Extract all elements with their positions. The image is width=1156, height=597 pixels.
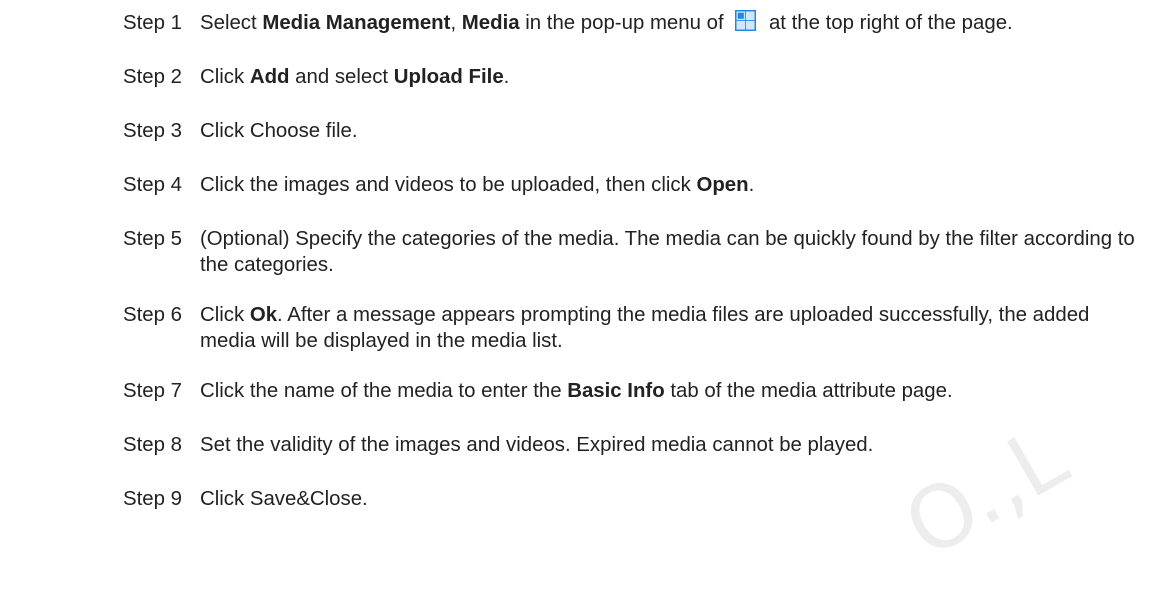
step-text: Click the name of the media to enter the… [200,378,1150,404]
step-text-segment: in the pop-up menu of [519,12,730,34]
step-text-segment: at the top right of the page. [763,12,1013,34]
step-label: Step 8 [123,434,182,456]
step-label: Step 3 [123,120,182,142]
step-text: Click the images and videos to be upload… [200,172,1150,198]
step-text-segment: . [748,174,755,196]
step-label: Step 2 [123,66,182,88]
step-text-segment: tab of the media attribute page. [664,380,953,402]
step-text: Click Ok. After a message appears prompt… [200,302,1150,354]
step-text-segment: Click the name of the media to enter the [200,380,568,402]
step-text-segment: Click Save&Close. [200,488,368,510]
step-text-segment: . [503,66,510,88]
ui-term: Media Management [262,12,451,34]
ui-term: Media [461,12,520,34]
step-text: Click Save&Close. [200,486,1150,512]
step-text-segment: Click the images and videos to be upload… [200,174,697,196]
step-text-segment: (Optional) Specify the categories of the… [200,228,1135,276]
step-text-segment: Select [200,12,263,34]
ui-term: Basic Info [567,380,665,402]
step-text-segment: and select [289,66,394,88]
step-text: Select Media Management, Media in the po… [200,10,1150,36]
step-text-segment: Click [200,66,250,88]
menu-grid-icon [735,10,757,31]
ui-term: Open [696,174,749,196]
step-text-segment: . After a message appears prompting the … [200,304,1090,352]
ui-term: Add [249,66,290,88]
step-text-segment: , [450,12,462,34]
step-text-segment: Click [200,304,250,326]
step-text: Click Add and select Upload File. [200,64,1150,90]
ui-term: Upload File [393,66,504,88]
step-label: Step 4 [123,174,182,196]
step-label: Step 6 [123,304,182,326]
step-text: (Optional) Specify the categories of the… [200,226,1150,278]
step-text: Click Choose file. [200,118,1150,144]
ui-term: Ok [249,304,278,326]
step-label: Step 7 [123,380,182,402]
step-text-segment: Set the validity of the images and video… [200,434,874,456]
step-label: Step 1 [123,12,182,34]
step-label: Step 9 [123,488,182,510]
step-text-segment: Click Choose file. [200,120,358,142]
step-text: Set the validity of the images and video… [200,432,1150,458]
step-label: Step 5 [123,228,182,250]
